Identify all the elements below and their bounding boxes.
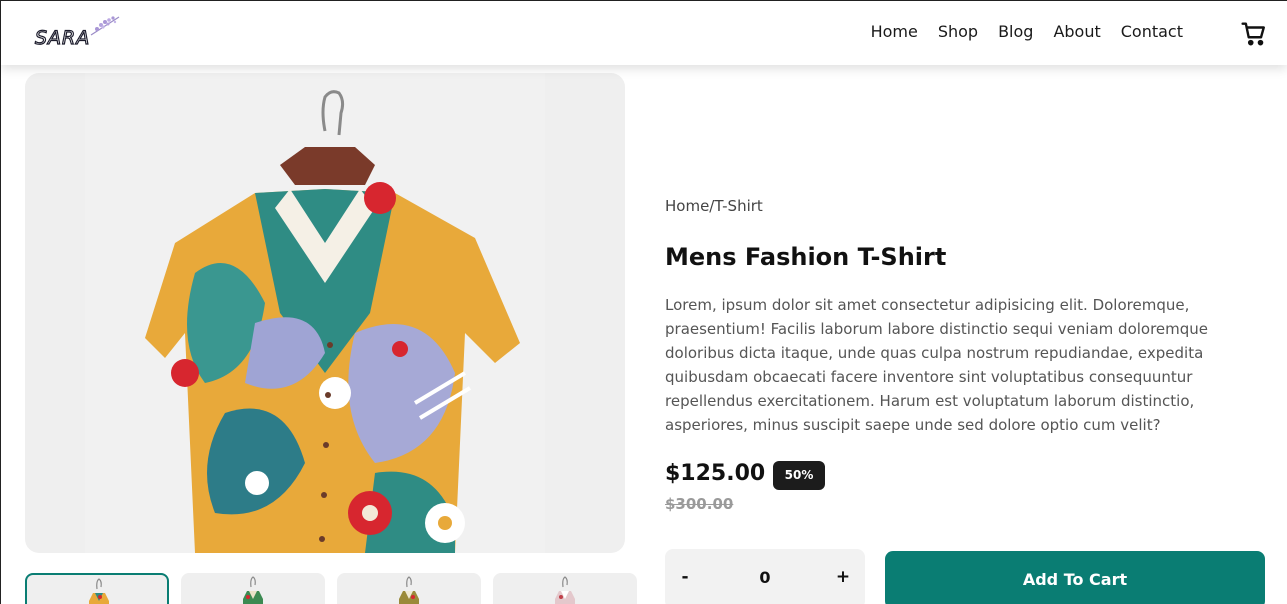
nav-link-about[interactable]: About xyxy=(1043,21,1110,43)
thumbnail-3[interactable] xyxy=(337,573,481,604)
shirt-thumb-icon xyxy=(89,578,109,604)
shirt-thumb-icon xyxy=(243,576,263,604)
nav-link-contact[interactable]: Contact xyxy=(1111,21,1193,43)
lavender-icon xyxy=(90,16,120,36)
product-thumbnails xyxy=(25,573,637,604)
brand-logo[interactable]: SARA xyxy=(33,13,128,53)
discount-badge: 50% xyxy=(773,461,825,490)
cart-icon[interactable] xyxy=(1241,21,1267,47)
thumbnail-1[interactable] xyxy=(25,573,169,604)
product-main-image[interactable] xyxy=(25,73,625,553)
add-to-cart-button[interactable]: Add To Cart xyxy=(885,551,1265,604)
product-description: Lorem, ipsum dolor sit amet consectetur … xyxy=(665,296,1209,434)
original-price: $300.00 xyxy=(665,495,734,513)
nav-link-blog[interactable]: Blog xyxy=(988,21,1043,43)
shirt-thumb-icon xyxy=(399,576,419,604)
product-price: $125.00 xyxy=(665,461,766,486)
thumbnail-2[interactable] xyxy=(181,573,325,604)
thumbnail-4[interactable] xyxy=(493,573,637,604)
shirt-thumb-icon xyxy=(555,576,575,604)
shirt-image xyxy=(85,73,545,553)
brand-name: SARA xyxy=(34,26,91,49)
quantity-increase-button[interactable]: + xyxy=(831,567,855,587)
product-title: Mens Fashion T-Shirt xyxy=(665,243,947,271)
breadcrumb[interactable]: Home/T-Shirt xyxy=(665,197,763,215)
quantity-value[interactable]: 0 xyxy=(745,568,785,587)
main-nav: Home Shop Blog About Contact xyxy=(861,21,1193,43)
quantity-decrease-button[interactable]: - xyxy=(673,567,697,587)
quantity-stepper: - 0 + xyxy=(665,549,865,604)
nav-link-home[interactable]: Home xyxy=(861,21,928,43)
nav-link-shop[interactable]: Shop xyxy=(928,21,988,43)
navbar: SARA Home Shop Blog About Contact xyxy=(1,1,1287,65)
